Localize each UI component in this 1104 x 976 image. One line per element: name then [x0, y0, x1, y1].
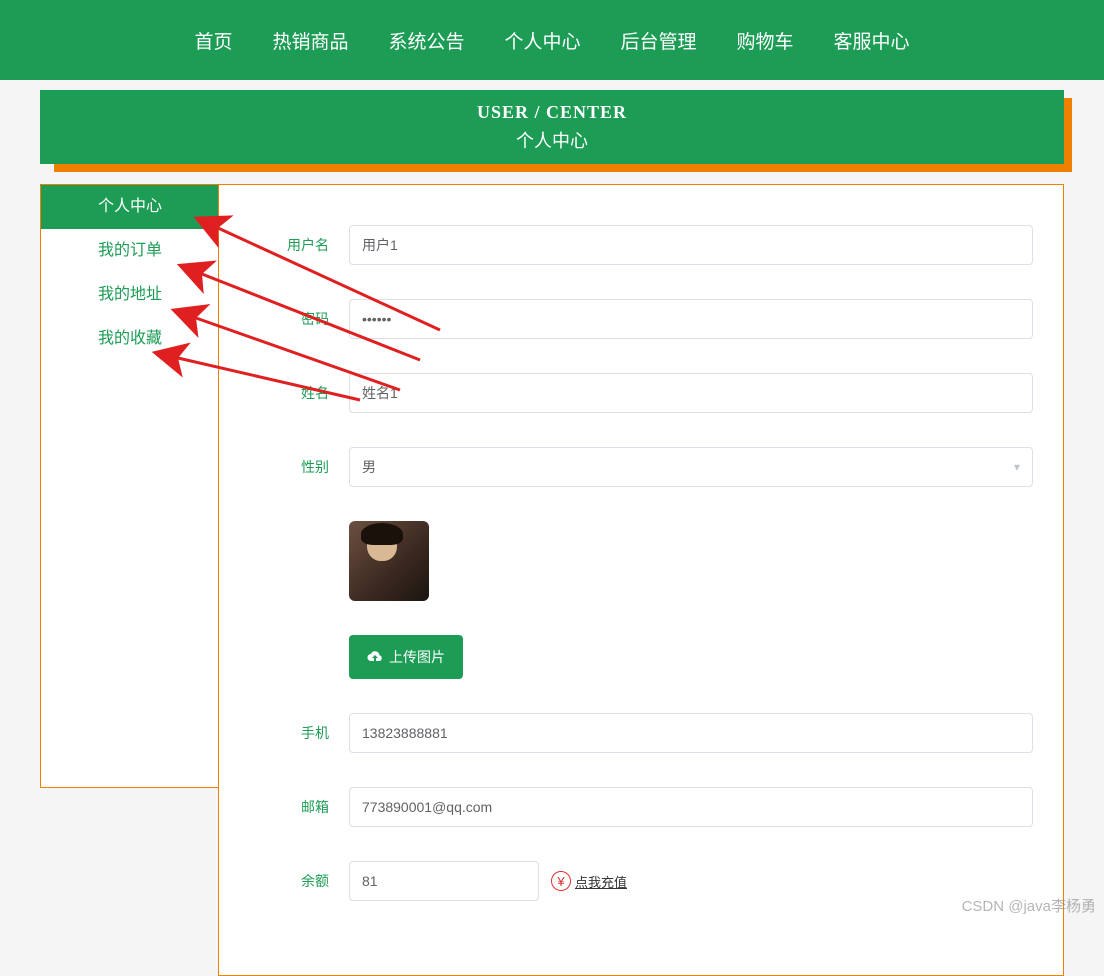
gender-value: 男 [362, 457, 376, 477]
realname-input[interactable] [349, 373, 1033, 413]
phone-input[interactable] [349, 713, 1033, 753]
sidebar-item-orders[interactable]: 我的订单 [41, 229, 219, 273]
banner-title-zh: 个人中心 [40, 127, 1064, 153]
recharge-link[interactable]: 点我充值 [575, 872, 627, 891]
label-phone: 手机 [249, 723, 349, 743]
sidebar-item-user-center[interactable]: 个人中心 [41, 185, 219, 229]
cloud-upload-icon [367, 649, 383, 666]
label-realname: 姓名 [249, 383, 349, 403]
upload-label: 上传图片 [389, 647, 445, 667]
gender-select[interactable]: 男 ▾ [349, 447, 1033, 487]
label-password: 密码 [249, 309, 349, 329]
nav-hot[interactable]: 热销商品 [252, 27, 368, 54]
top-nav: 首页 热销商品 系统公告 个人中心 后台管理 购物车 客服中心 [0, 0, 1104, 80]
label-balance: 余额 [249, 871, 349, 891]
email-input[interactable] [349, 787, 1033, 827]
form-panel: 用户名 密码 姓名 性别 男 ▾ [218, 184, 1064, 976]
username-input[interactable] [349, 225, 1033, 265]
label-username: 用户名 [249, 235, 349, 255]
password-input[interactable] [349, 299, 1033, 339]
nav-home[interactable]: 首页 [174, 27, 252, 54]
chevron-down-icon: ▾ [1014, 460, 1020, 474]
yen-icon: ¥ [551, 871, 571, 891]
sidebar-item-address[interactable]: 我的地址 [41, 273, 219, 317]
upload-image-button[interactable]: 上传图片 [349, 635, 463, 679]
avatar [349, 521, 429, 601]
nav-cart[interactable]: 购物车 [717, 27, 814, 54]
nav-admin[interactable]: 后台管理 [601, 27, 717, 54]
nav-user-center[interactable]: 个人中心 [484, 27, 600, 54]
label-email: 邮箱 [249, 797, 349, 817]
page-banner: USER / CENTER 个人中心 [40, 90, 1064, 164]
banner-title-en: USER / CENTER [40, 102, 1064, 123]
nav-notice[interactable]: 系统公告 [368, 27, 484, 54]
sidebar-item-favorites[interactable]: 我的收藏 [41, 317, 219, 361]
sidebar: 个人中心 我的订单 我的地址 我的收藏 [40, 184, 220, 788]
watermark: CSDN @java李杨勇 [962, 895, 1096, 916]
label-gender: 性别 [249, 457, 349, 477]
nav-service[interactable]: 客服中心 [814, 27, 930, 54]
balance-input[interactable] [349, 861, 539, 901]
